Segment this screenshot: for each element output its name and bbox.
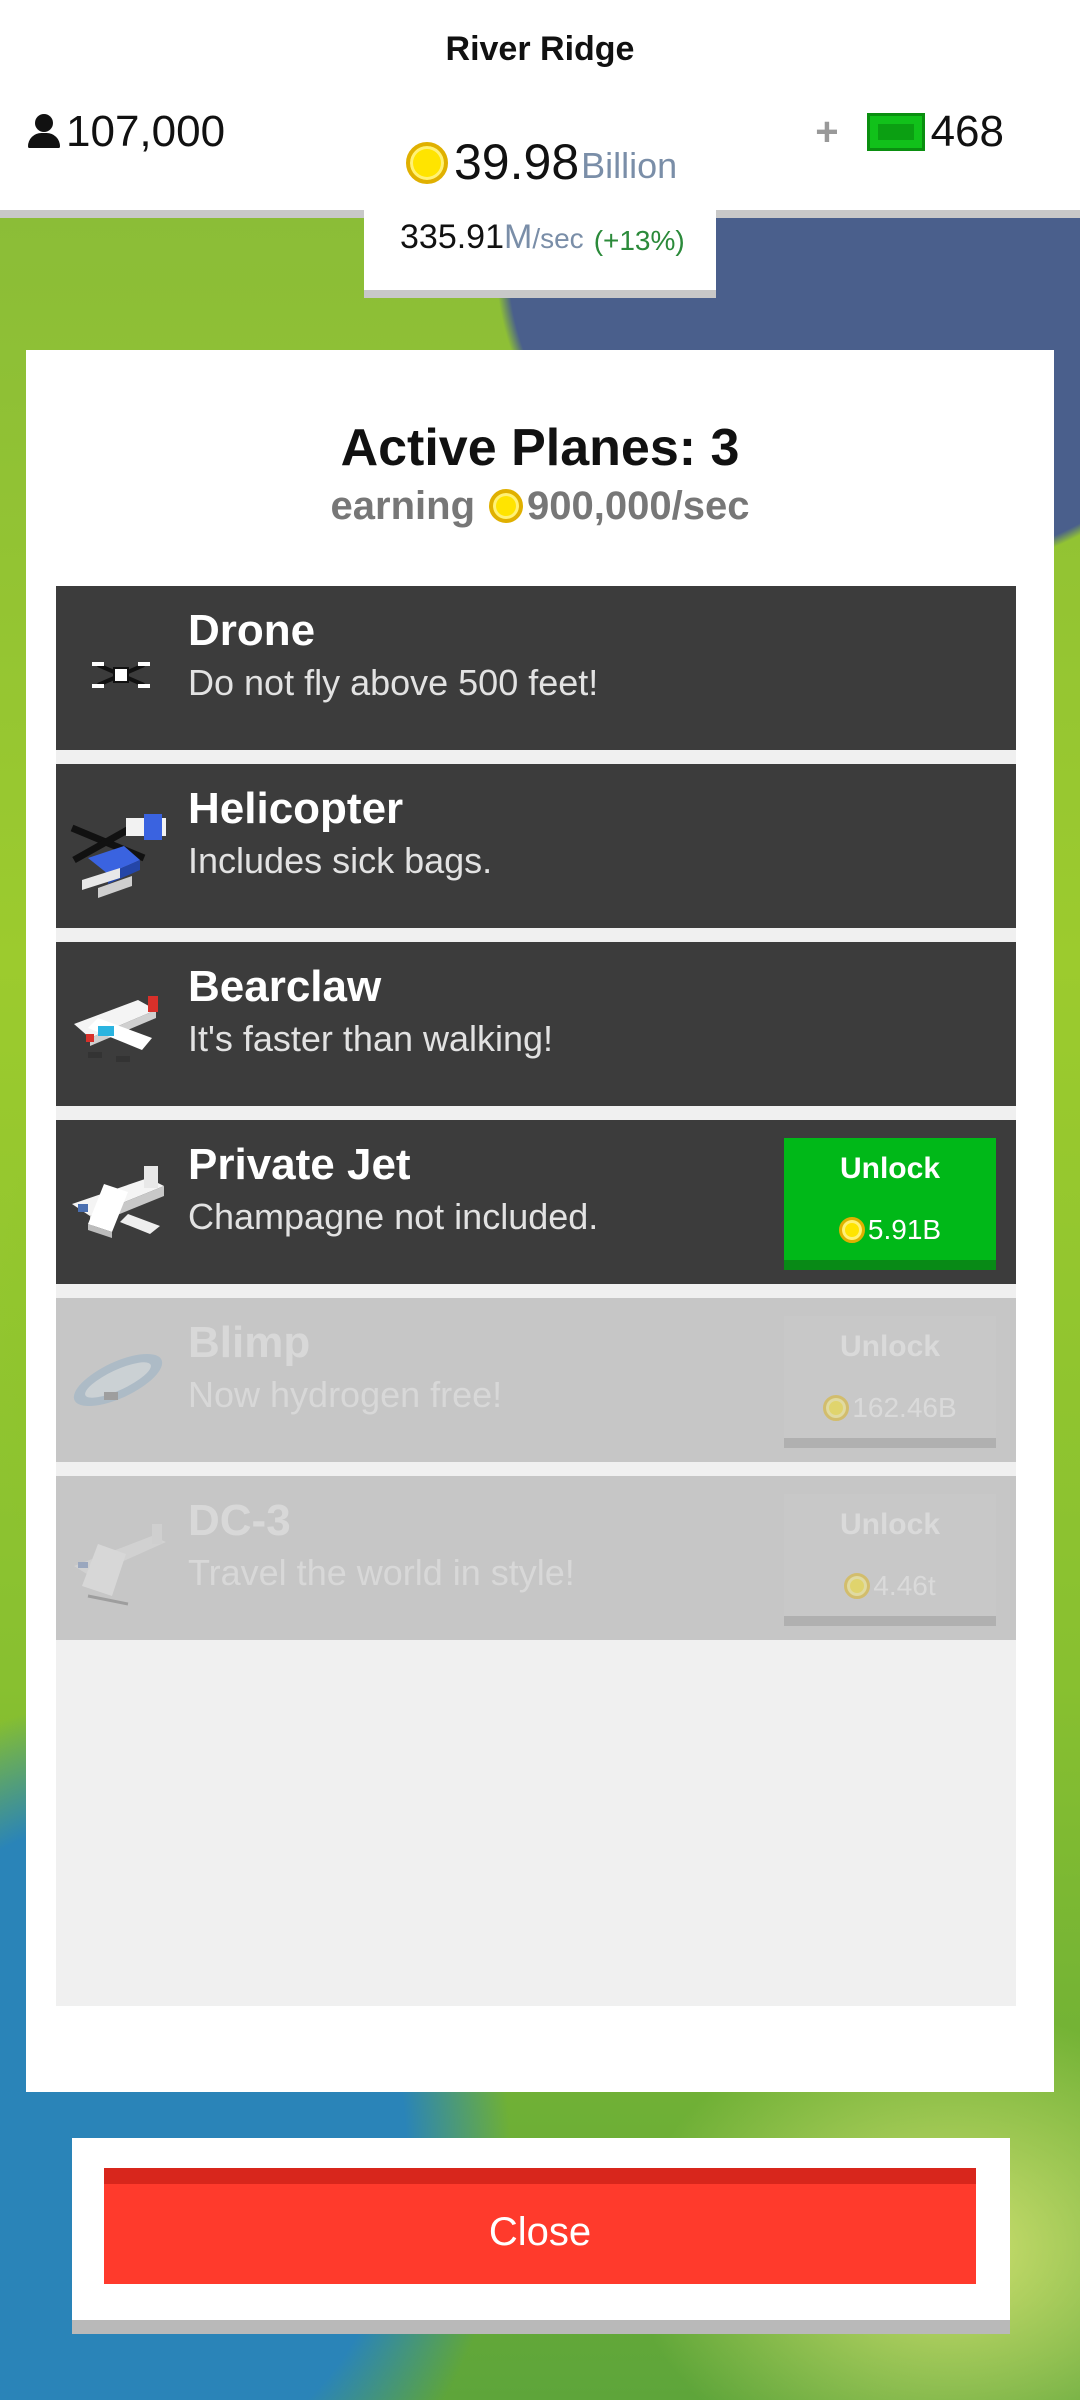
unlock-label: Unlock [839, 1152, 941, 1185]
cash-value: 39.98 [454, 134, 580, 190]
unlock-price: 4.46t [784, 1570, 996, 1602]
cash-total: 39.98 Billion [406, 134, 677, 190]
plane-row-helicopter[interactable]: Helicopter Includes sick bags. [56, 764, 1016, 928]
gem-icon [866, 113, 925, 151]
rate-value: 335.91 [400, 218, 504, 256]
close-bar: Close [72, 2138, 1010, 2334]
plane-description: Do not fly above 500 feet! [188, 662, 599, 703]
plane-description: It's faster than walking! [188, 1018, 554, 1059]
plane-row-blimp: Blimp Now hydrogen free! Unlock 162.46B [56, 1298, 1016, 1462]
drone-icon [68, 610, 174, 726]
plane-name: DC-3 [188, 1496, 291, 1545]
unlock-private-jet-button[interactable]: Unlock 5.91B [784, 1138, 996, 1270]
plane-description: Travel the world in style! [188, 1552, 575, 1593]
cash-unit: Billion [581, 145, 678, 186]
earning-label: earning [330, 484, 476, 528]
planes-modal: Active Planes: 3 earning 900,000/sec Dron… [26, 350, 1054, 2092]
plane-row-private-jet[interactable]: Private Jet Champagne not included. Unlo… [56, 1120, 1016, 1284]
unlock-label: Unlock [839, 1508, 941, 1541]
coin-icon [489, 489, 524, 523]
coin-icon [406, 142, 448, 184]
cash-panel: 39.98 Billion 335.91 M/sec (+13%) [364, 120, 716, 298]
population-counter: 107,000 [26, 102, 225, 162]
earning-value: 900,000/sec [527, 484, 750, 528]
plane-name: Bearclaw [188, 962, 382, 1011]
plane-name: Blimp [188, 1318, 311, 1367]
person-icon [26, 114, 62, 150]
income-rate: 335.91 M/sec (+13%) [400, 218, 685, 257]
private-jet-icon [68, 1144, 174, 1260]
plane-row-drone[interactable]: Drone Do not fly above 500 feet! [56, 586, 1016, 750]
unlock-label: Unlock [839, 1330, 941, 1363]
helicopter-icon [68, 788, 174, 904]
add-gems-button[interactable]: + [815, 110, 838, 155]
coin-icon [844, 1573, 871, 1599]
bearclaw-plane-icon [68, 966, 174, 1082]
plane-description: Champagne not included. [188, 1196, 599, 1237]
plane-name: Private Jet [188, 1140, 411, 1189]
plane-description: Now hydrogen free! [188, 1374, 503, 1415]
dc3-plane-icon [68, 1500, 174, 1616]
plane-row-bearclaw[interactable]: Bearclaw It's faster than walking! [56, 942, 1016, 1106]
plane-row-dc3: DC-3 Travel the world in style! Unlock 4… [56, 1476, 1016, 1640]
modal-title: Active Planes: 3 [340, 419, 740, 477]
rate-bonus: (+13%) [593, 225, 685, 256]
unlock-blimp-button: Unlock 162.46B [784, 1316, 996, 1448]
unlock-dc3-button: Unlock 4.46t [784, 1494, 996, 1626]
city-name: River Ridge [445, 30, 635, 68]
rate-unit: M/sec [504, 218, 584, 256]
plane-description: Includes sick bags. [188, 840, 493, 881]
gems-value: 468 [930, 107, 1004, 156]
close-button[interactable]: Close [104, 2168, 976, 2284]
unlock-price: 5.91B [784, 1214, 996, 1246]
unlock-price: 162.46B [784, 1392, 996, 1424]
earning-summary: earning 900,000/sec [26, 484, 1054, 529]
plane-name: Helicopter [188, 784, 404, 833]
coin-icon [823, 1395, 850, 1421]
plane-list[interactable]: Drone Do not fly above 500 feet! Helicop… [56, 586, 1016, 2006]
blimp-icon [68, 1322, 174, 1438]
gems-counter[interactable]: + 468 [815, 102, 1004, 162]
population-value: 107,000 [66, 107, 226, 156]
plane-name: Drone [188, 606, 316, 655]
coin-icon [838, 1217, 865, 1243]
